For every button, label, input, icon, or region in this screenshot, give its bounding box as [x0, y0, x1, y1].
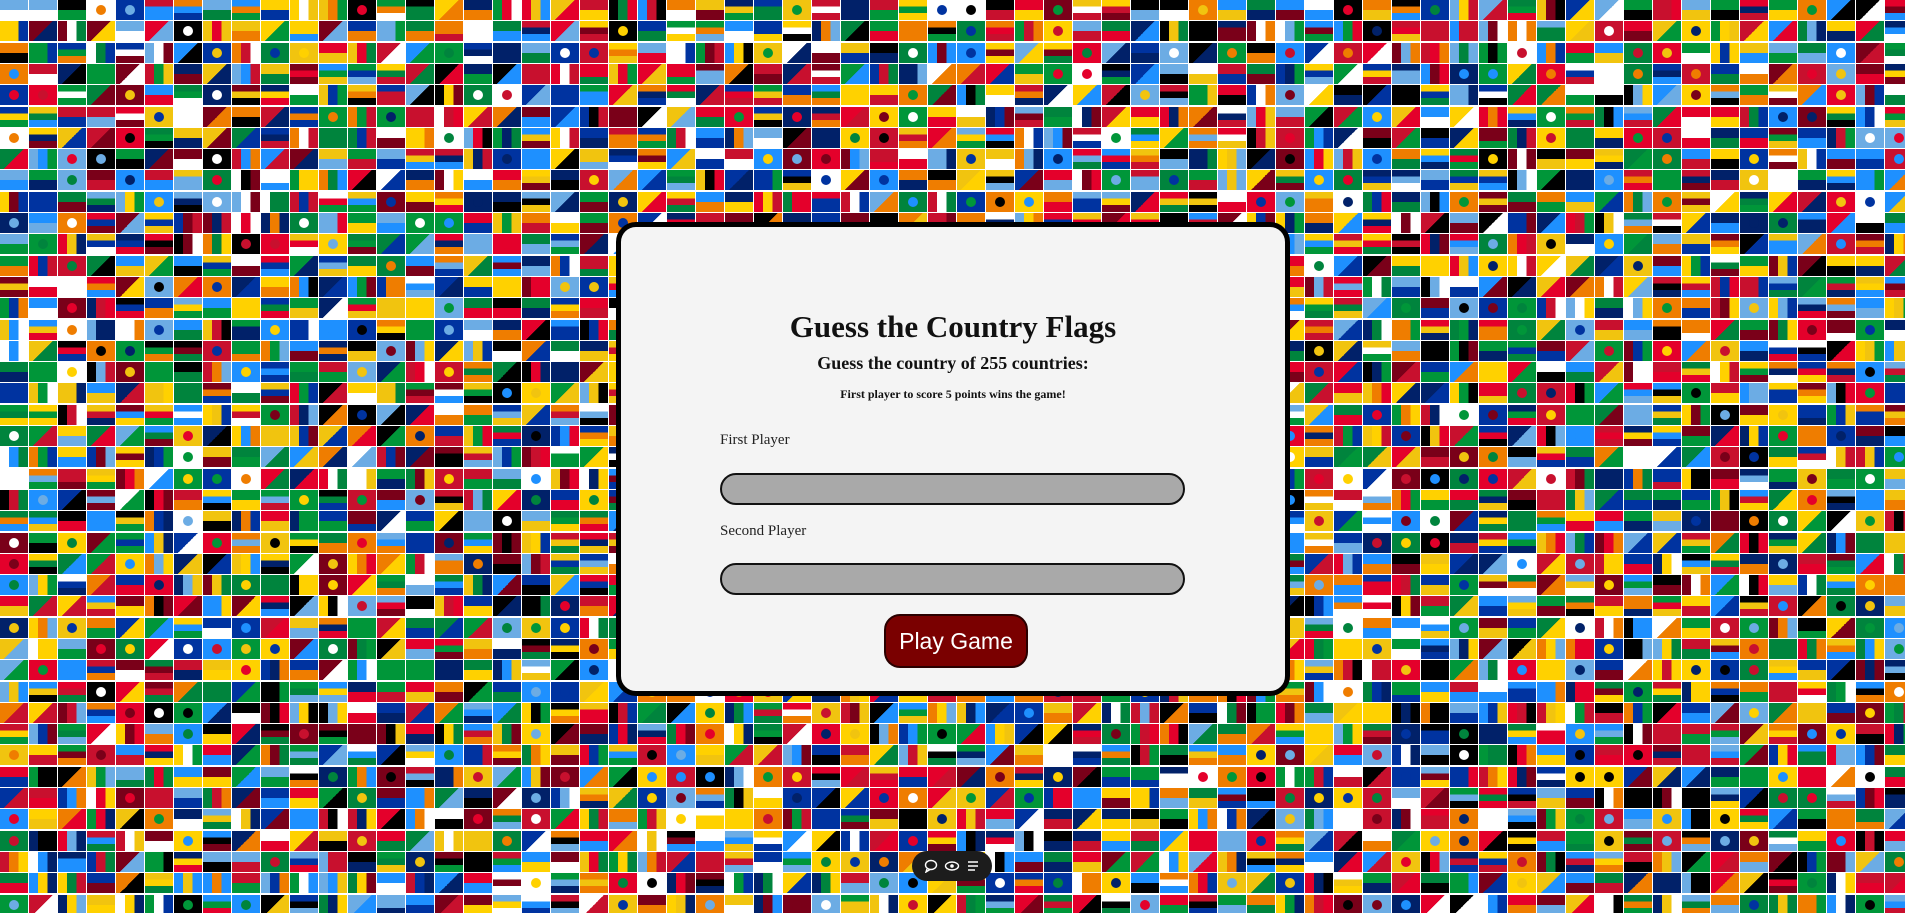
first-player-input[interactable] [720, 473, 1185, 505]
rule-text: First player to score 5 points wins the … [840, 387, 1066, 401]
start-game-card: Guess the Country Flags Guess the countr… [616, 222, 1290, 696]
floating-toolbar [912, 851, 992, 881]
subtitle: Guess the country of 255 countries: [817, 353, 1089, 373]
second-player-input[interactable] [720, 563, 1185, 595]
eye-icon[interactable] [944, 858, 960, 874]
second-player-label: Second Player [720, 523, 807, 539]
first-player-label: First Player [720, 432, 790, 448]
page-title: Guess the Country Flags [789, 309, 1117, 344]
menu-icon[interactable] [965, 858, 981, 874]
comment-icon[interactable] [923, 858, 939, 874]
play-game-button[interactable]: Play Game [884, 614, 1028, 668]
